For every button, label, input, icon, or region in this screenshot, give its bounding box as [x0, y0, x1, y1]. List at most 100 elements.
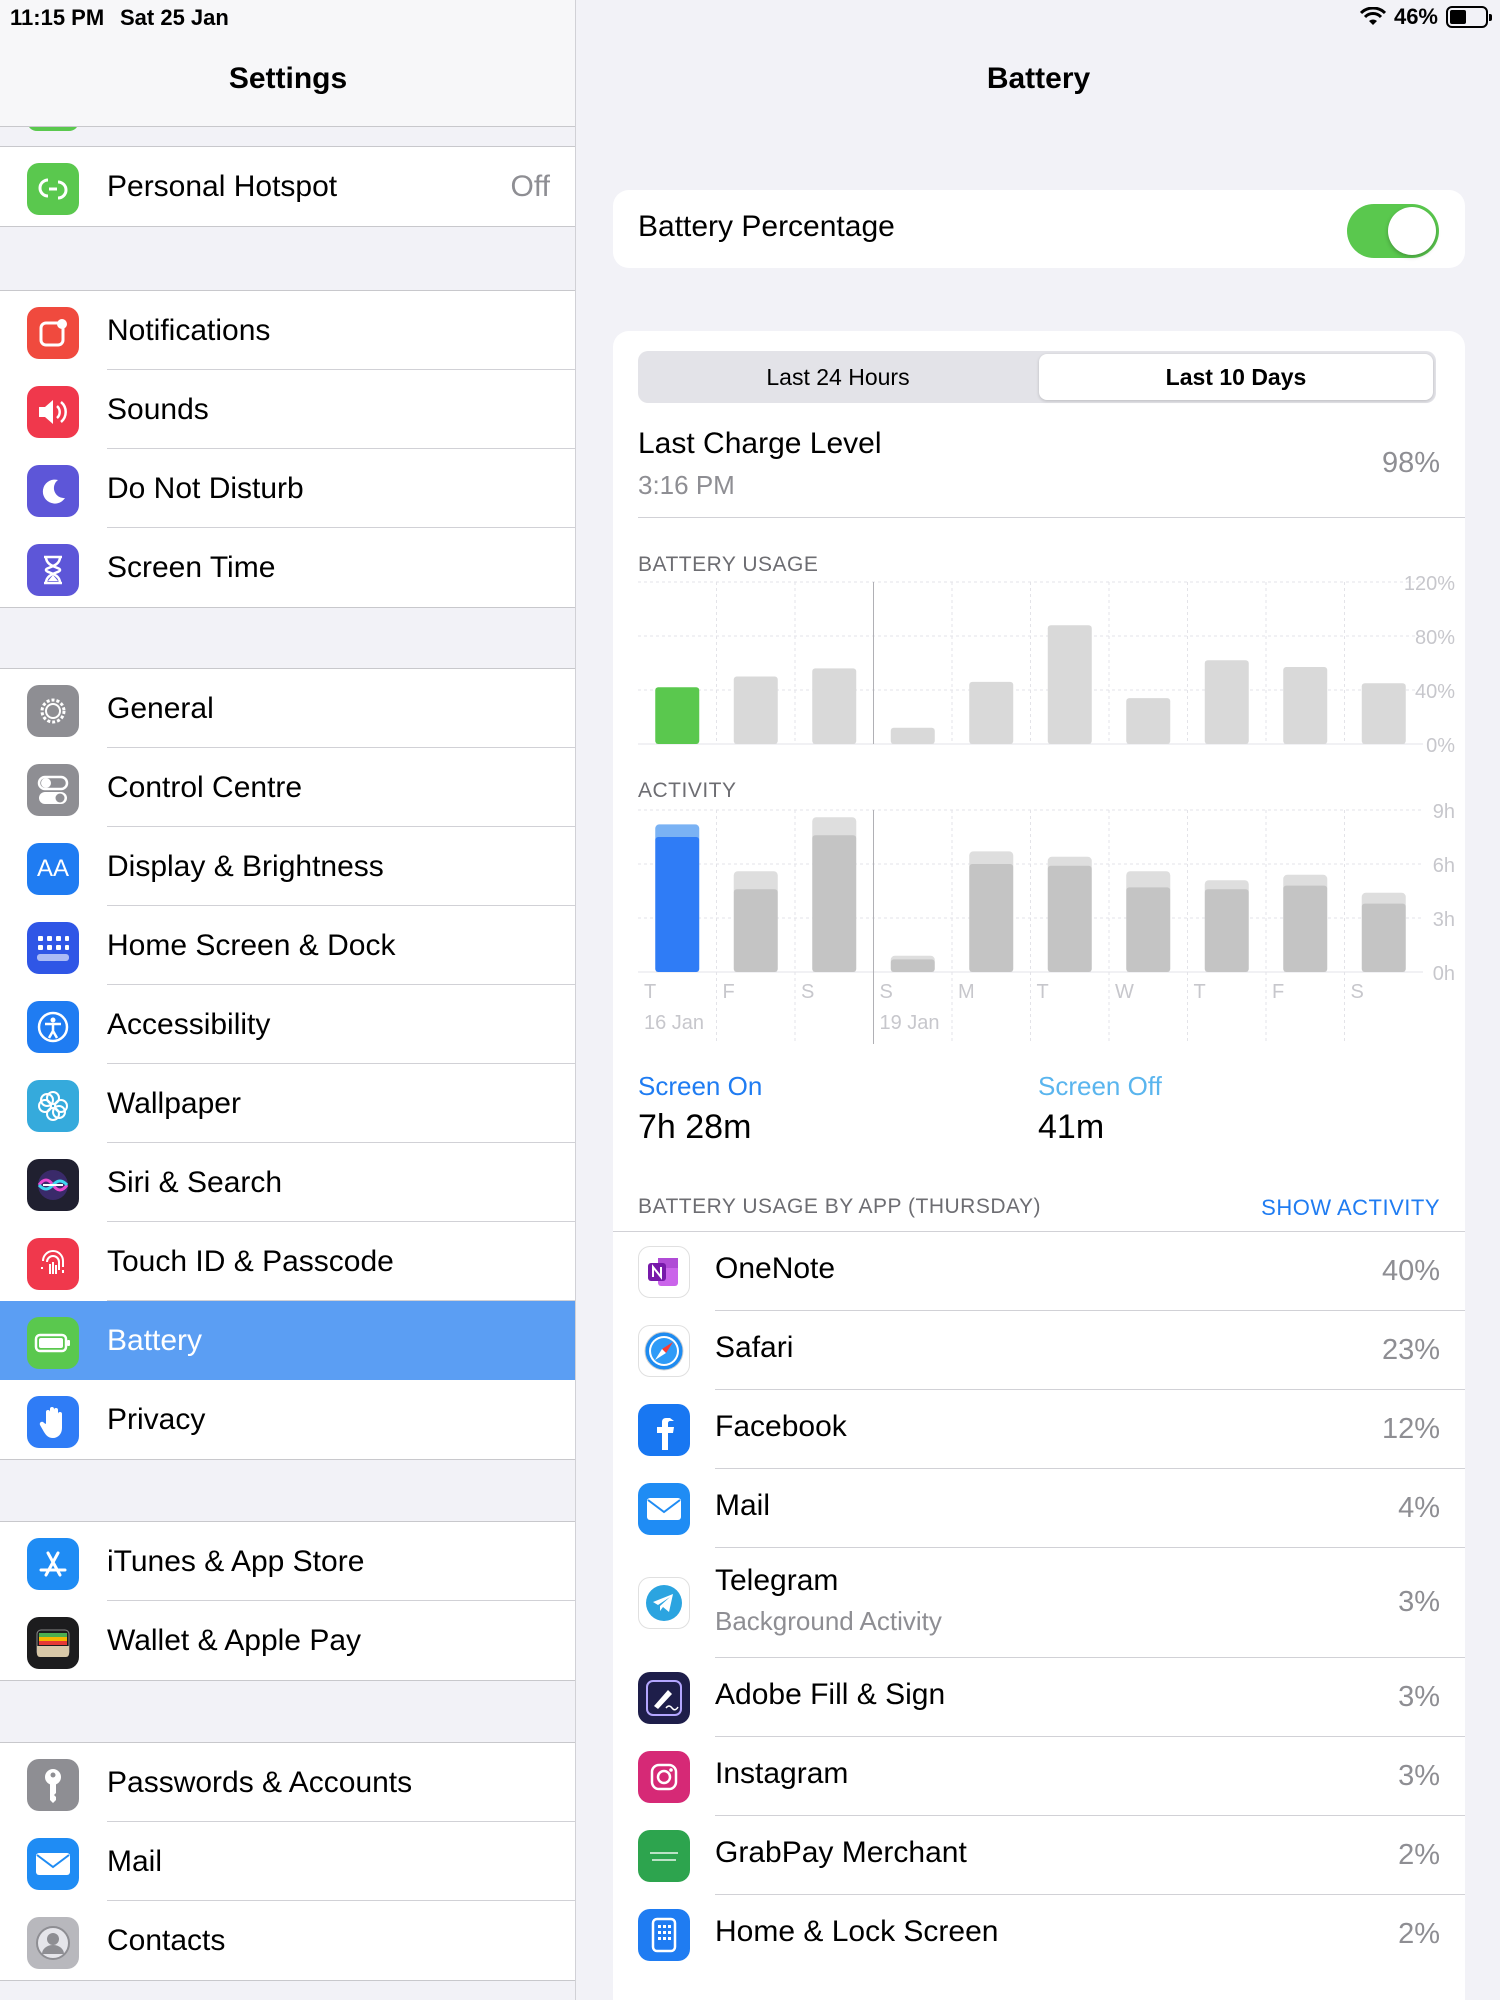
- battery-usage-bar: [1283, 667, 1328, 744]
- appstore-icon: [27, 1537, 79, 1590]
- app-usage-percent: 23%: [1381, 1333, 1440, 1366]
- toggle-knob: [1388, 207, 1436, 255]
- app-usage-percent: 40%: [1381, 1254, 1440, 1287]
- sidebar-item-screen-time[interactable]: Screen Time: [0, 528, 575, 607]
- battery-usage-bar: [1204, 660, 1249, 744]
- battery-usage-bar: [812, 668, 857, 744]
- app-name: Facebook: [715, 1410, 847, 1443]
- day-label: S: [801, 981, 814, 1003]
- day-label: T: [644, 981, 656, 1003]
- settings-group: Notifications Sounds Do Not Disturb Screen …: [0, 290, 575, 608]
- sidebar-item-label: General: [107, 691, 214, 725]
- battery-percentage-toggle[interactable]: [1347, 204, 1439, 258]
- sidebar-item-sounds[interactable]: Sounds: [0, 370, 575, 449]
- settings-group: Passwords & Accounts Mail Contacts: [0, 1742, 575, 1981]
- app-usage-percent: 3%: [1398, 1759, 1440, 1792]
- sidebar-item-label: Control Centre: [107, 770, 303, 804]
- sidebar-item-personal-hotspot[interactable]: Personal Hotspot Off: [0, 147, 575, 226]
- activity-tick-label: 3h: [1433, 909, 1455, 931]
- safari-icon: [638, 1324, 690, 1377]
- sidebar-item-wallet-and-apple-pay[interactable]: Wallet & Apple Pay: [0, 1601, 575, 1680]
- sidebar-item-general[interactable]: General: [0, 669, 575, 748]
- app-row-mail[interactable]: Mail 4%: [613, 1469, 1465, 1548]
- siri-icon: [27, 1158, 79, 1211]
- sidebar-item-wallpaper[interactable]: Wallpaper: [0, 1064, 575, 1143]
- activity-screen-on-bar: [890, 959, 935, 972]
- app-usage-percent: 3%: [1398, 1680, 1440, 1713]
- sidebar-item-touch-id-and-passcode[interactable]: Touch ID & Passcode: [0, 1222, 575, 1301]
- sidebar-item-label: Notifications: [107, 313, 271, 347]
- home-lock-icon: [638, 1908, 690, 1961]
- day-label: M: [958, 981, 975, 1003]
- battery-usage-tick-label: 40%: [1415, 681, 1455, 703]
- sidebar-item-label: Sounds: [107, 392, 209, 426]
- key-icon: [27, 1758, 79, 1811]
- sidebar-item-label: Contacts: [107, 1923, 226, 1957]
- app-row-safari[interactable]: Safari 23%: [613, 1311, 1465, 1390]
- activity-screen-on-bar: [733, 889, 778, 972]
- app-name: GrabPay Merchant: [715, 1836, 967, 1869]
- sidebar-item-notifications[interactable]: Notifications: [0, 291, 575, 370]
- usage-charts: 120% 80% 40% 0% 9h 6h 3h 0h T F S S M T W T F S 16 Jan 19 J…: [638, 573, 1455, 1044]
- sidebar-item-do-not-disturb[interactable]: Do Not Disturb: [0, 449, 575, 528]
- activity-screen-on-bar: [655, 837, 700, 972]
- usage-card: Last 24 Hours Last 10 Days Last Charge L…: [613, 331, 1465, 2000]
- battery-usage-bar: [1047, 625, 1092, 744]
- battery-usage-tick-label: 80%: [1415, 627, 1455, 649]
- app-name: OneNote: [715, 1252, 836, 1285]
- sidebar-item-label: Home Screen & Dock: [107, 928, 396, 962]
- sidebar-item-accessibility[interactable]: Accessibility: [0, 985, 575, 1064]
- battery-status-fill: [1450, 10, 1466, 24]
- battery-usage-bar: [890, 727, 935, 744]
- app-row-grabpay-merchant[interactable]: GrabPay Merchant 2%: [613, 1816, 1465, 1895]
- sidebar-item-label: Siri & Search: [107, 1165, 283, 1199]
- sidebar-item-label: Mail: [107, 1844, 163, 1878]
- sidebar-item-control-centre[interactable]: Control Centre: [0, 748, 575, 827]
- sidebar-item-mail[interactable]: Mail: [0, 1822, 575, 1901]
- adobe-fill-sign-icon: [638, 1671, 690, 1724]
- accessibility-icon: [27, 1000, 79, 1053]
- battery-usage-tick-label: 0%: [1426, 735, 1455, 757]
- sidebar-item-value: Off: [510, 169, 550, 203]
- screen-off-value: 41m: [1038, 1108, 1105, 1146]
- day-label: S: [1351, 981, 1364, 1003]
- show-activity-button[interactable]: SHOW ACTIVITY: [1261, 1195, 1440, 1221]
- app-row-adobe-fill-and-sign[interactable]: Adobe Fill & Sign 3%: [613, 1658, 1465, 1737]
- sidebar-item-battery[interactable]: Battery: [0, 1301, 575, 1380]
- hourglass-icon: [27, 543, 79, 596]
- status-bar: 11:15 PM Sat 25 Jan 46%: [0, 0, 1500, 36]
- date-label: 19 Jan: [880, 1012, 940, 1034]
- onenote-icon: [638, 1245, 690, 1298]
- app-row-onenote[interactable]: OneNote 40%: [613, 1232, 1465, 1311]
- app-row-telegram[interactable]: Telegram Background Activity 3%: [613, 1548, 1465, 1658]
- telegram-icon: [638, 1577, 690, 1629]
- sidebar-item-itunes-and-app-store[interactable]: iTunes & App Store: [0, 1522, 575, 1601]
- settings-group: iTunes & App Store Wallet & Apple Pay: [0, 1521, 575, 1681]
- app-row-instagram[interactable]: Instagram 3%: [613, 1737, 1465, 1816]
- sidebar-item-privacy[interactable]: Privacy: [0, 1380, 575, 1459]
- moon-icon: [27, 464, 79, 517]
- status-date: Sat 25 Jan: [120, 5, 229, 30]
- battery-status-icon: [1446, 6, 1492, 28]
- instagram-icon: [638, 1750, 690, 1803]
- sidebar-item-display-and-brightness[interactable]: AA Display & Brightness: [0, 827, 575, 906]
- aa-icon: AA: [27, 842, 79, 895]
- sidebar-item-label: Do Not Disturb: [107, 471, 304, 505]
- app-row-home-and-lock-screen[interactable]: Home & Lock Screen 2%: [613, 1895, 1465, 1974]
- app-usage-percent: 4%: [1398, 1491, 1440, 1524]
- sidebar-item-siri-and-search[interactable]: Siri & Search: [0, 1143, 575, 1222]
- app-row-facebook[interactable]: Facebook 12%: [613, 1390, 1465, 1469]
- sidebar-item-contacts[interactable]: Contacts: [0, 1901, 575, 1980]
- flower-icon: [27, 1079, 79, 1132]
- activity-tick-label: 0h: [1433, 963, 1455, 985]
- toggles-icon: [27, 763, 79, 816]
- sidebar-item-passwords-and-accounts[interactable]: Passwords & Accounts: [0, 1743, 575, 1822]
- battery-usage-bar: [733, 676, 778, 744]
- battery-usage-bar: [655, 687, 700, 744]
- sidebar-item-home-screen-and-dock[interactable]: Home Screen & Dock: [0, 906, 575, 985]
- battery-usage-tick-label: 120%: [1404, 573, 1455, 595]
- sidebar-item-label: Touch ID & Passcode: [107, 1244, 394, 1278]
- battery-percentage-label: Battery Percentage: [638, 210, 895, 243]
- app-name: Instagram: [715, 1757, 849, 1790]
- day-label: F: [723, 981, 735, 1003]
